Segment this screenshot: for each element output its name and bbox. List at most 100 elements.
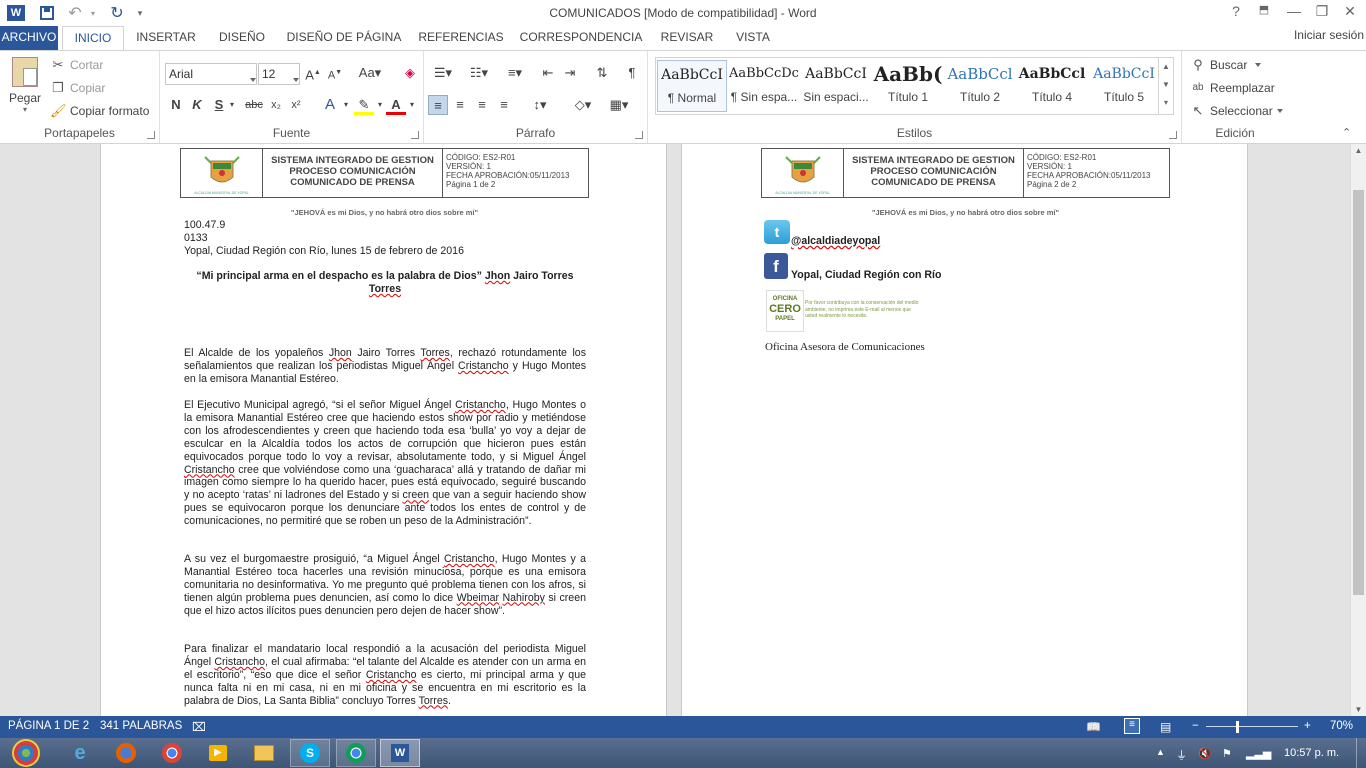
zoom-level[interactable]: 70% [1330,720,1353,732]
status-page[interactable]: PÁGINA 1 DE 2 [8,720,89,732]
taskbar-firefox[interactable] [106,739,146,767]
shading-icon[interactable]: ◇▾ [568,95,598,115]
tab-diseno[interactable]: DISEÑO [212,26,272,50]
collapse-ribbon-icon[interactable]: ⌃ [1342,126,1351,139]
document-area[interactable]: ALCALDIA MUNICIPAL DE YOPAL SISTEMA INTE… [0,144,1350,716]
style-titulo-1[interactable]: AaBb(Título 1 [873,60,943,112]
superscript-icon[interactable]: x² [286,95,306,115]
show-hidden-icons[interactable]: ▲ [1156,747,1165,757]
taskbar-ie[interactable]: e [60,739,100,767]
action-center-flag-icon[interactable]: ⚑ [1222,747,1232,760]
minimize-button[interactable]: — [1284,3,1304,21]
format-painter-button[interactable]: 🖌 Copiar formato [50,103,149,119]
decrease-indent-icon[interactable]: ⇤ [538,63,558,83]
scroll-thumb[interactable] [1353,190,1364,595]
increase-indent-icon[interactable]: ⇥ [560,63,580,83]
find-button[interactable]: ⚲ Buscar [1190,57,1262,73]
bullets-icon[interactable]: ☰▾ [428,63,458,83]
cut-button[interactable]: ✂ Cortar [50,57,104,73]
align-center-icon[interactable]: ≡ [450,95,470,115]
vertical-scrollbar[interactable]: ▲ ▼ [1350,144,1366,716]
signin-link[interactable]: Iniciar sesión [1294,28,1364,42]
twitter-handle[interactable]: @alcaldiadeyopal [791,235,880,248]
scroll-down-icon[interactable]: ▼ [1351,705,1366,714]
align-right-icon[interactable]: ≡ [472,95,492,115]
clipboard-launcher-icon[interactable] [147,131,155,139]
justify-icon[interactable]: ≡ [494,95,514,115]
font-family-dropdown-icon[interactable] [246,71,256,85]
zoom-slider-thumb[interactable] [1236,721,1239,733]
replace-button[interactable]: ab Reemplazar [1190,80,1274,96]
taskbar-chrome-1[interactable] [152,739,192,767]
help-button[interactable]: ? [1226,3,1246,21]
change-case-icon[interactable]: Aa▾ [356,63,384,83]
style-titulo-2[interactable]: AaBbCcl Título 2 [945,60,1015,112]
close-button[interactable]: ✕ [1340,3,1360,21]
gallery-up-icon[interactable]: ▲ [1159,58,1173,76]
style-titulo-4[interactable]: AaBbCcl Título 4 [1017,60,1087,112]
clear-formatting-icon[interactable]: ◈ [400,63,420,83]
font-launcher-icon[interactable] [411,131,419,139]
strikethrough-icon[interactable]: abc [244,95,264,115]
read-mode-icon[interactable]: 📖 [1086,720,1101,734]
page-1[interactable]: ALCALDIA MUNICIPAL DE YOPAL SISTEMA INTE… [100,144,667,716]
style-sin-espaciado-2[interactable]: AaBbCcI Sin espaci... [801,60,871,112]
zoom-slider-track[interactable] [1206,726,1298,727]
tab-diseno-de-pagina[interactable]: DISEÑO DE PÁGINA [284,26,404,50]
taskbar-word[interactable]: W [380,739,420,767]
tab-insertar[interactable]: INSERTAR [134,26,198,50]
clock[interactable]: 10:57 p. m. [1284,747,1339,759]
restore-button[interactable]: ❐ [1312,3,1332,21]
copy-button[interactable]: ❐ Copiar [50,80,105,96]
shrink-font-icon[interactable]: A▼ [326,63,344,83]
tab-referencias[interactable]: REFERENCIAS [416,26,506,50]
proofing-icon[interactable]: ⌧ [192,720,206,734]
tab-vista[interactable]: VISTA [728,26,778,50]
taskbar-skype[interactable]: S [290,739,330,767]
print-layout-icon[interactable]: ≡ [1124,718,1140,734]
align-left-icon[interactable]: ≡ [428,95,448,115]
style-titulo-5[interactable]: AaBbCcI Título 5 [1089,60,1159,112]
line-spacing-icon[interactable]: ↕▾ [526,95,554,115]
bold-icon[interactable]: N [166,95,186,115]
tab-correspondencia[interactable]: CORRESPONDENCIA [518,26,644,50]
font-size-dropdown-icon[interactable] [289,71,299,85]
gallery-down-icon[interactable]: ▼ [1159,76,1173,94]
show-formatting-marks-icon[interactable]: ¶ [622,63,642,83]
show-desktop-button[interactable] [1356,738,1366,768]
paragraph-launcher-icon[interactable] [635,131,643,139]
taskbar-media-player[interactable]: ▶ [198,739,238,767]
ribbon-display-options-icon[interactable]: ⬒ [1254,3,1274,21]
style-sin-espaciado-1[interactable]: AaBbCcDc ¶ Sin espa... [729,60,799,112]
taskbar-explorer[interactable] [244,739,284,767]
tab-inicio[interactable]: INICIO [62,26,124,51]
sort-icon[interactable]: ⇅ [592,63,612,83]
gallery-more-icon[interactable]: ▾ [1159,94,1173,112]
signal-icon[interactable]: ▂▃▅ [1246,747,1271,760]
underline-dropdown-icon[interactable]: ▾ [222,95,242,115]
page-2[interactable]: ALCALDIA MUNICIPAL DE YOPAL SISTEMA INTE… [681,144,1248,716]
font-color-dropdown-icon[interactable]: ▾ [402,95,422,115]
borders-icon[interactable]: ▦▾ [604,95,634,115]
network-adapter-icon[interactable]: ⏚ [1176,747,1187,763]
text-effects-dropdown-icon[interactable]: ▾ [336,95,356,115]
grow-font-icon[interactable]: A▲ [304,63,322,83]
start-button[interactable] [4,739,48,767]
style-normal[interactable]: AaBbCcI ¶ Normal [657,60,727,112]
multilevel-list-icon[interactable]: ≡▾ [500,63,530,83]
web-layout-icon[interactable]: ▤ [1160,720,1171,734]
scroll-up-icon[interactable]: ▲ [1351,146,1366,155]
subscript-icon[interactable]: x₂ [266,95,286,115]
zoom-in-icon[interactable]: + [1304,720,1311,732]
volume-muted-icon[interactable]: 🔇 [1198,747,1212,760]
tab-archivo[interactable]: ARCHIVO [0,26,58,50]
italic-icon[interactable]: K [187,95,207,115]
styles-launcher-icon[interactable] [1169,131,1177,139]
select-button[interactable]: ↖ Seleccionar [1190,103,1283,119]
styles-gallery-scroll[interactable]: ▲ ▼ ▾ [1158,57,1174,115]
taskbar-chrome-2[interactable] [336,739,376,767]
numbering-icon[interactable]: ☷▾ [464,63,494,83]
zoom-out-icon[interactable]: − [1192,720,1199,732]
paste-button[interactable]: Pegar ▾ [6,57,44,121]
tab-revisar[interactable]: REVISAR [656,26,718,50]
